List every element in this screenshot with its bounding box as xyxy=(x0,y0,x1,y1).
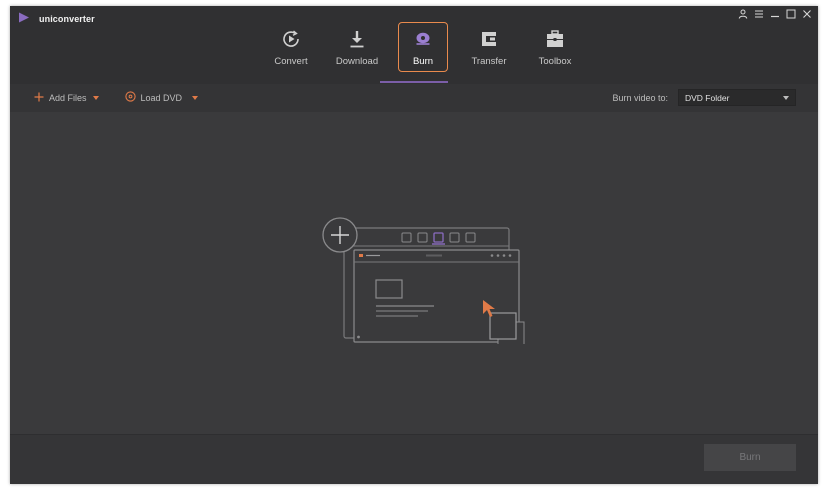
plus-icon xyxy=(34,92,44,104)
tab-transfer-label: Transfer xyxy=(471,56,507,67)
convert-icon xyxy=(280,28,302,50)
tab-download[interactable]: Download xyxy=(324,22,390,72)
tab-convert[interactable]: Convert xyxy=(258,22,324,72)
chevron-down-icon xyxy=(783,95,789,100)
main-nav: Convert Download Burn Transfer Toolbox xyxy=(258,22,588,72)
add-files-label: Add Files xyxy=(49,92,87,103)
burn-target-value: DVD Folder xyxy=(685,92,730,103)
empty-state-illustration xyxy=(322,217,525,349)
toolbar: Add Files Load DVD Burn video to: DVD Fo… xyxy=(10,84,818,112)
toolbar-right: Burn video to: DVD Folder xyxy=(612,89,796,106)
user-icon[interactable] xyxy=(738,9,748,19)
app-title: uniconverter xyxy=(39,14,95,24)
transfer-icon xyxy=(478,28,500,50)
tab-burn[interactable]: Burn xyxy=(398,22,448,72)
active-tab-indicator xyxy=(380,81,448,83)
tab-transfer[interactable]: Transfer xyxy=(456,22,522,72)
uniconverter-logo-icon xyxy=(18,10,30,28)
footer-bar: Burn xyxy=(10,434,818,484)
burn-target-select[interactable]: DVD Folder xyxy=(678,89,796,106)
app-header: uniconverter Convert Download Burn Trans… xyxy=(10,6,818,84)
app-window: uniconverter Convert Download Burn Trans… xyxy=(10,6,818,484)
tab-download-label: Download xyxy=(335,56,379,67)
load-dvd-label: Load DVD xyxy=(140,92,183,103)
close-icon[interactable] xyxy=(802,9,812,19)
add-files-dropdown-icon[interactable] xyxy=(92,95,99,100)
load-dvd-button[interactable]: Load DVD xyxy=(124,91,183,104)
download-icon xyxy=(346,28,368,50)
window-controls xyxy=(738,9,812,19)
toolbox-icon xyxy=(544,28,566,50)
add-files-illustration[interactable] xyxy=(310,214,530,349)
load-dvd-dropdown-icon[interactable] xyxy=(192,95,199,100)
tab-toolbox-label: Toolbox xyxy=(538,56,572,67)
tab-convert-label: Convert xyxy=(274,56,308,67)
burn-icon xyxy=(412,28,434,50)
brand: uniconverter xyxy=(18,10,95,28)
add-files-button[interactable]: Add Files xyxy=(34,92,87,104)
minimize-icon[interactable] xyxy=(770,9,780,19)
dvd-icon xyxy=(124,91,136,104)
toolbar-left: Add Files Load DVD xyxy=(34,91,199,104)
tab-toolbox[interactable]: Toolbox xyxy=(522,22,588,72)
menu-icon[interactable] xyxy=(754,9,764,19)
maximize-icon[interactable] xyxy=(786,9,796,19)
burn-button[interactable]: Burn xyxy=(704,444,796,471)
drop-area[interactable] xyxy=(10,112,818,434)
tab-burn-label: Burn xyxy=(412,56,434,67)
burn-video-to-label: Burn video to: xyxy=(612,92,668,103)
